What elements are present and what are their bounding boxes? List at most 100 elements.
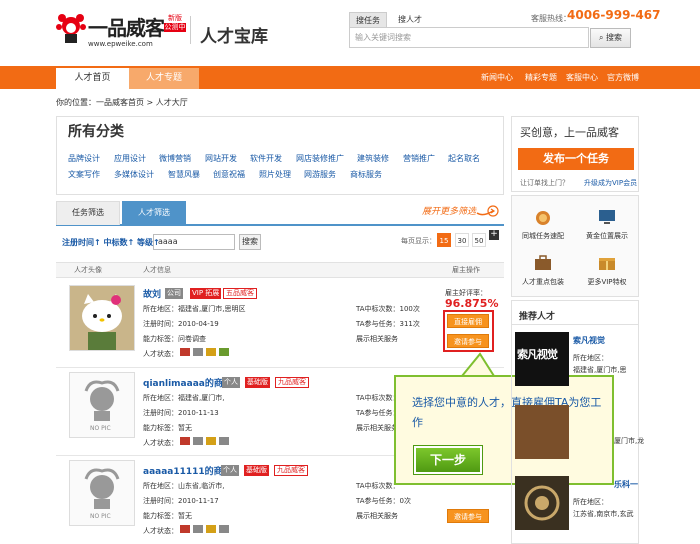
- show-related-link[interactable]: 展示相关服务: [356, 511, 398, 521]
- nav-news[interactable]: 新闻中心: [481, 72, 513, 83]
- recommended-avatar[interactable]: 索凡视觉: [515, 332, 569, 386]
- page-title: 人才宝库: [200, 27, 268, 47]
- category-link[interactable]: 照片处理: [259, 169, 291, 180]
- search-tab-talent[interactable]: 搜人才: [392, 12, 428, 27]
- site-url: www.epweike.com: [88, 40, 153, 48]
- invite-button[interactable]: 邀请参与: [447, 509, 489, 523]
- talent-status: 人才状态：: [143, 439, 178, 447]
- tag-personal: 个人: [221, 465, 239, 476]
- talent-name[interactable]: aaaaa11111的商铺: [143, 464, 232, 477]
- category-link[interactable]: 起名取名: [448, 153, 480, 164]
- talent-joins: TA参与任务：0次: [356, 497, 411, 505]
- per-page-50[interactable]: 50: [472, 233, 486, 247]
- breadcrumb: 你的位置：一品威客首页 > 人才大厅: [56, 98, 188, 107]
- category-link[interactable]: 创意祝福: [213, 169, 245, 180]
- recommended-name[interactable]: 乐科一: [614, 479, 638, 490]
- plus-icon[interactable]: +: [489, 230, 499, 240]
- category-link[interactable]: 网站开发: [205, 153, 237, 164]
- status-icons: [180, 348, 240, 358]
- per-page-30[interactable]: 30: [455, 233, 469, 247]
- talent-wins: TA中标次数：: [356, 482, 400, 490]
- talent-avatar[interactable]: [69, 285, 135, 351]
- medal-icon: [536, 211, 550, 225]
- service-label[interactable]: 人才重点包装: [513, 277, 573, 287]
- recommended-avatar[interactable]: [515, 405, 569, 459]
- recommended-divider: [511, 324, 639, 325]
- expand-filter-link[interactable]: 展开更多筛选: [422, 204, 476, 217]
- tag-level: 九品威客: [274, 465, 308, 476]
- nav-weibo[interactable]: 官方微博: [607, 72, 639, 83]
- talent-avatar-placeholder[interactable]: NO PIC: [69, 460, 135, 526]
- list-header: [56, 262, 504, 278]
- card-icon: [206, 525, 216, 533]
- talent-search-button[interactable]: 搜索: [239, 234, 261, 250]
- publish-panel-title: 买创意，上一品威客: [520, 126, 619, 139]
- bank-icon: [219, 525, 229, 533]
- talent-status: 人才状态：: [143, 350, 178, 358]
- search-button[interactable]: ⌕ 搜索: [590, 28, 631, 48]
- talent-ability: 能力标签：问卷调查: [143, 335, 206, 343]
- talent-status: 人才状态：: [143, 527, 178, 535]
- category-link[interactable]: 文案写作: [68, 169, 100, 180]
- show-related-link[interactable]: 展示相关服务: [356, 423, 398, 433]
- talent-region: 所在地区：福建省,厦门市,思明区: [143, 305, 246, 313]
- recommended-region: 福建省,厦门市,思: [573, 366, 627, 374]
- nav-talent-topic[interactable]: 人才专题: [129, 68, 199, 89]
- talent-ability: 能力标签：暂无: [143, 512, 192, 520]
- talent-name[interactable]: qianlimaaaa的商铺: [143, 376, 232, 389]
- category-link[interactable]: 智慧风暴: [168, 169, 200, 180]
- category-link[interactable]: 网店装修推广: [296, 153, 344, 164]
- nav-talent-home[interactable]: 人才首页: [56, 68, 129, 89]
- hotline-number: 4006-999-467: [567, 8, 661, 22]
- no-pic-label: NO PIC: [90, 425, 111, 432]
- talent-joins: TA参与任务：311次: [356, 320, 420, 328]
- publish-task-button[interactable]: 发布一个任务: [518, 148, 634, 170]
- search-tab-task[interactable]: 搜任务: [349, 12, 387, 27]
- category-link[interactable]: 多媒体设计: [114, 169, 154, 180]
- service-label[interactable]: 同城任务速配: [513, 231, 573, 241]
- category-link[interactable]: 软件开发: [250, 153, 282, 164]
- recommended-title: 推荐人才: [519, 312, 556, 322]
- category-link[interactable]: 品牌设计: [68, 153, 100, 164]
- category-link[interactable]: 微博营销: [159, 153, 191, 164]
- badge-line1: 新版: [168, 14, 182, 22]
- per-page-15[interactable]: 15: [437, 233, 451, 247]
- hotline-label: 客服热线：: [531, 14, 571, 23]
- search-input[interactable]: 输入关键词搜索: [349, 27, 589, 48]
- talent-wins: TA中标次数：100次: [356, 305, 420, 313]
- site-logo[interactable]: 一品威客 新版 公测中 www.epweike.com: [56, 10, 186, 50]
- category-link[interactable]: 商标服务: [350, 169, 382, 180]
- next-step-button[interactable]: 下一步: [413, 445, 483, 475]
- category-link[interactable]: 应用设计: [114, 153, 146, 164]
- tab-task-filter[interactable]: 任务筛选: [56, 201, 120, 225]
- status-icons: [180, 525, 240, 535]
- bank-icon: [219, 348, 229, 356]
- sort-options[interactable]: 注册时间↑ 中标数↑ 等级↑: [62, 237, 160, 248]
- phone-icon: [193, 437, 203, 445]
- phone-icon: [193, 348, 203, 356]
- talent-reg-time: 注册时间：2010-11-17: [143, 497, 219, 505]
- auth-icon: [180, 525, 190, 533]
- category-link[interactable]: 建筑装修: [357, 153, 389, 164]
- brand-name: 一品威客: [88, 16, 165, 40]
- category-link[interactable]: 营销推广: [403, 153, 435, 164]
- card-icon: [206, 437, 216, 445]
- upgrade-vip-link[interactable]: 升级成为VIP会员: [584, 178, 637, 188]
- tag-level: 五品威客: [223, 288, 257, 299]
- nav-service[interactable]: 客服中心: [566, 72, 598, 83]
- recommended-name[interactable]: 索凡视觉: [573, 335, 605, 346]
- category-link[interactable]: 网游服务: [304, 169, 336, 180]
- talent-search-input[interactable]: aaaa: [153, 234, 235, 250]
- service-label[interactable]: 更多VIP特权: [577, 277, 637, 287]
- talent-name[interactable]: 故刘: [143, 287, 161, 300]
- service-label[interactable]: 黄金位置展示: [577, 231, 637, 241]
- talent-reg-time: 注册时间：2010-04-19: [143, 320, 219, 328]
- show-related-link[interactable]: 展示相关服务: [356, 334, 398, 344]
- talent-avatar-placeholder[interactable]: NO PIC: [69, 372, 135, 438]
- nav-specials[interactable]: 精彩专题: [525, 72, 557, 83]
- badge-line2: 公测中: [164, 23, 186, 32]
- recommended-avatar[interactable]: [515, 476, 569, 530]
- gift-box-icon: [599, 258, 615, 270]
- bank-icon: [219, 437, 229, 445]
- tab-talent-filter[interactable]: 人才筛选: [122, 201, 186, 226]
